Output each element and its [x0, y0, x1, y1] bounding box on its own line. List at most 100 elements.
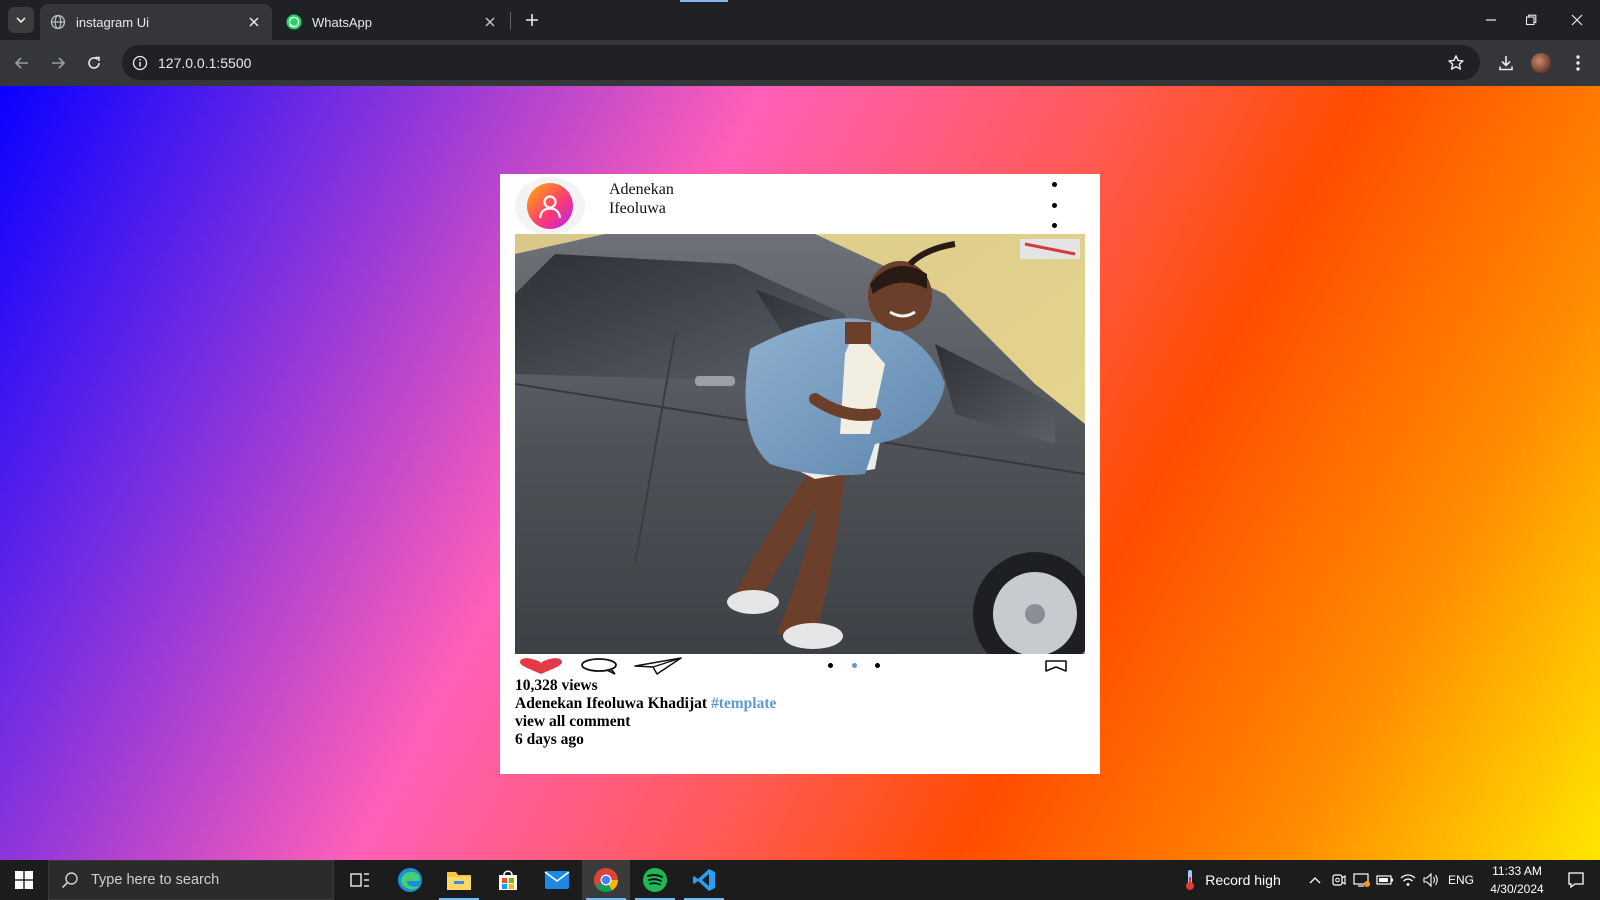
weather-widget[interactable]: Record high — [1176, 860, 1288, 900]
close-tab-icon[interactable] — [482, 14, 498, 30]
post-photo[interactable] — [515, 234, 1085, 654]
profile-button[interactable] — [1527, 49, 1555, 77]
profile-picture[interactable] — [515, 177, 585, 235]
file-explorer-app[interactable] — [435, 860, 483, 900]
security-status-icon[interactable] — [1351, 860, 1373, 900]
notification-icon — [1568, 872, 1584, 889]
mail-icon — [544, 871, 570, 889]
clock-time: 11:33 AM — [1492, 864, 1542, 878]
tab-separator — [510, 12, 511, 30]
heart-icon — [520, 658, 562, 674]
input-language-indicator[interactable]: ENG — [1444, 860, 1478, 900]
avatar — [1531, 53, 1551, 73]
like-button[interactable] — [517, 656, 565, 676]
post-username[interactable]: Adenekan Ifeoluwa — [609, 180, 674, 218]
chrome-icon — [594, 868, 618, 893]
bookmark-star-icon[interactable] — [1446, 53, 1466, 73]
volume-icon[interactable] — [1420, 860, 1442, 900]
save-button[interactable] — [1043, 656, 1069, 676]
vscode-app[interactable] — [680, 860, 728, 900]
close-window-button[interactable] — [1554, 0, 1600, 40]
chrome-app[interactable] — [582, 860, 630, 900]
back-button[interactable] — [8, 49, 36, 77]
caption: Adenekan Ifeoluwa Khadijat #template — [515, 695, 1085, 713]
forward-button[interactable] — [44, 49, 72, 77]
view-all-comments-link[interactable]: view all comment — [515, 713, 1085, 731]
media-indicator — [680, 0, 728, 2]
system-clock[interactable]: 11:33 AM 4/30/2024 — [1480, 862, 1554, 898]
mail-app[interactable] — [533, 860, 581, 900]
close-icon — [1571, 14, 1583, 26]
reload-icon — [88, 56, 100, 69]
dot — [1051, 223, 1057, 228]
task-view-button[interactable] — [336, 860, 384, 900]
carousel-dot[interactable] — [875, 663, 880, 668]
notifications-button[interactable] — [1554, 860, 1598, 900]
tab-strip: instagram Ui WhatsApp — [0, 0, 1600, 40]
comment-icon — [581, 658, 617, 675]
browser-toolbar: 127.0.0.1:5500 — [0, 40, 1600, 86]
url-text: 127.0.0.1:5500 — [158, 55, 252, 71]
wifi-icon[interactable] — [1397, 860, 1419, 900]
language-text: ENG — [1447, 873, 1474, 887]
task-view-icon — [350, 873, 369, 887]
tab-search-button[interactable] — [8, 7, 34, 33]
microsoft-store-app[interactable] — [484, 860, 532, 900]
windows-logo-icon — [15, 871, 33, 889]
spotify-icon — [643, 868, 667, 892]
address-bar[interactable]: 127.0.0.1:5500 — [122, 45, 1480, 80]
reload-button[interactable] — [80, 49, 108, 77]
browser-menu-button[interactable] — [1564, 49, 1592, 77]
tab-whatsapp[interactable]: WhatsApp — [276, 4, 508, 40]
tab-instagram-ui[interactable]: instagram Ui — [40, 4, 272, 40]
post-timestamp: 6 days ago — [515, 731, 584, 748]
hashtag-link[interactable]: #template — [711, 695, 776, 712]
views-count: 10,328 views — [515, 677, 598, 694]
meet-now-icon[interactable] — [1328, 860, 1350, 900]
close-tab-icon[interactable] — [246, 14, 262, 30]
dot — [1051, 182, 1057, 187]
restore-button[interactable] — [1508, 0, 1554, 40]
downloads-button[interactable] — [1492, 49, 1520, 77]
share-button[interactable] — [633, 656, 683, 676]
photo-image — [515, 234, 1085, 654]
edge-icon — [398, 868, 422, 892]
post-options-button[interactable] — [1048, 182, 1060, 228]
arrow-left-icon — [14, 57, 28, 69]
user-avatar-icon — [527, 183, 573, 229]
taskbar-search-box[interactable]: Type here to search — [48, 860, 334, 900]
start-button[interactable] — [0, 860, 48, 900]
bookmark-icon — [1045, 660, 1067, 672]
download-icon — [1499, 56, 1513, 71]
search-icon — [61, 872, 78, 889]
post-actions-bar — [515, 656, 1085, 676]
paper-plane-icon — [634, 657, 682, 675]
weather-text: Record high — [1205, 872, 1281, 888]
battery-icon[interactable] — [1374, 860, 1396, 900]
windows-taskbar: Type here to search Record high ENG 11:3… — [0, 860, 1600, 900]
carousel-indicator — [828, 663, 880, 669]
folder-icon — [447, 872, 471, 890]
carousel-dot-active[interactable] — [851, 663, 857, 668]
clock-date: 4/30/2024 — [1490, 882, 1544, 896]
minimize-icon — [1486, 19, 1496, 21]
comment-button[interactable] — [579, 656, 619, 676]
new-tab-button[interactable] — [520, 8, 544, 32]
plus-icon — [526, 14, 538, 26]
spotify-app[interactable] — [631, 860, 679, 900]
caption-author[interactable]: Adenekan Ifeoluwa Khadijat — [515, 695, 707, 712]
instagram-post-card: Adenekan Ifeoluwa 10,328 views Adenekan … — [500, 174, 1100, 774]
post-info: 10,328 views Adenekan Ifeoluwa Khadijat … — [515, 677, 1085, 749]
tab-title: instagram Ui — [76, 14, 149, 30]
dot — [1051, 202, 1057, 208]
store-icon — [499, 870, 517, 890]
username-last: Ifeoluwa — [609, 200, 666, 217]
username-first: Adenekan — [609, 181, 674, 198]
edge-app[interactable] — [386, 860, 434, 900]
whatsapp-icon — [286, 14, 302, 30]
show-hidden-icons-button[interactable] — [1304, 860, 1326, 900]
vscode-icon — [693, 869, 715, 891]
site-info-icon[interactable] — [130, 53, 150, 73]
globe-icon — [50, 14, 66, 30]
carousel-dot[interactable] — [828, 663, 833, 668]
